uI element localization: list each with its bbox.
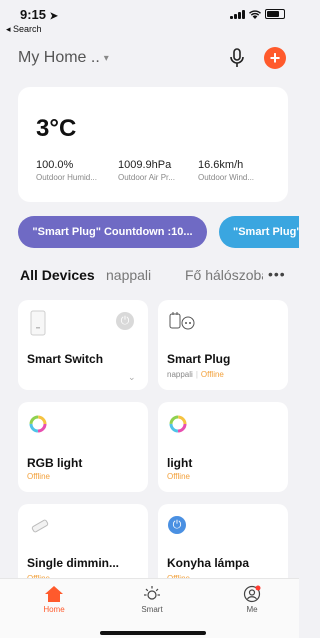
device-name: Smart Switch: [27, 352, 104, 366]
nav-home[interactable]: Home: [24, 585, 84, 614]
signal-icon: [230, 9, 245, 19]
nav-smart[interactable]: Smart: [122, 585, 182, 614]
home-icon: [45, 586, 63, 602]
scene-chip-countdown[interactable]: "Smart Plug" Countdown :10...: [18, 216, 207, 248]
sun-icon: [144, 586, 160, 600]
profile-icon: [243, 585, 261, 603]
device-name: light: [167, 456, 193, 470]
rgb-light-icon: [169, 415, 187, 433]
home-indicator: [100, 631, 206, 635]
air-pressure-label: Outdoor Air Pr...: [118, 173, 175, 182]
device-name: RGB light: [27, 456, 83, 470]
tab-all-devices[interactable]: All Devices: [20, 267, 95, 283]
power-toggle-icon[interactable]: ⏻: [116, 312, 134, 330]
power-icon[interactable]: ⏻: [168, 516, 186, 534]
clock: 9:15 ➤: [20, 7, 58, 22]
air-pressure-item: 1009.9hPa Outdoor Air Pr...: [118, 159, 175, 182]
humidity-value: 100.0%: [36, 159, 74, 171]
temperature: 3°C: [36, 115, 77, 142]
home-name: My Home ..: [18, 49, 100, 66]
switch-device-icon: [30, 310, 46, 336]
nav-me[interactable]: Me: [222, 585, 282, 614]
weather-card[interactable]: 3°C 100.0% Outdoor Humid... 1009.9hPa Ou…: [18, 87, 288, 202]
chevron-down-icon[interactable]: ⌄: [128, 372, 136, 383]
wifi-icon: [249, 9, 261, 19]
back-to-search-link[interactable]: ◂ Search: [6, 24, 42, 35]
status-offline: Offline: [200, 370, 224, 379]
more-tabs-button[interactable]: •••: [268, 266, 286, 282]
device-name: Smart Plug: [167, 352, 231, 366]
bottom-navigation: Home Smart Me: [0, 578, 299, 638]
device-card-smart-switch[interactable]: ⏻ Smart Switch ⌄: [18, 300, 148, 390]
device-name: Konyha lámpa: [167, 556, 250, 570]
humidity-item: 100.0% Outdoor Humid...: [36, 159, 97, 182]
status-offline: Offline: [167, 472, 190, 481]
nav-smart-label: Smart: [141, 605, 163, 614]
nav-home-label: Home: [43, 605, 65, 614]
location-arrow-icon: ➤: [49, 11, 59, 22]
status-offline: Offline: [27, 472, 50, 481]
wind-speed-label: Outdoor Wind...: [198, 173, 255, 182]
device-card-rgb-light[interactable]: RGB light Offline: [18, 402, 148, 492]
device-name: Single dimmin...: [27, 556, 120, 570]
device-card-light[interactable]: light Offline: [158, 402, 288, 492]
tab-nappali[interactable]: nappali: [106, 267, 151, 283]
device-room-status: nappali | Offline: [167, 370, 224, 379]
microphone-icon[interactable]: [228, 48, 246, 68]
system-icons: [230, 9, 285, 19]
rgb-light-icon: [29, 415, 47, 433]
status-bar: 9:15 ➤ ◂ Search: [0, 0, 299, 40]
dimmer-device-icon: [31, 519, 49, 533]
scene-chip-smart-plug[interactable]: "Smart Plug": [219, 216, 299, 248]
tab-fo-haloszoba[interactable]: Fő hálószoba: [185, 267, 263, 283]
room-label: nappali: [167, 370, 193, 379]
battery-icon: [265, 9, 285, 19]
clock-text: 9:15: [20, 7, 47, 22]
device-card-smart-plug[interactable]: Smart Plug nappali | Offline: [158, 300, 288, 390]
nav-me-label: Me: [246, 605, 258, 614]
air-pressure-value: 1009.9hPa: [118, 159, 172, 171]
plug-device-icon: [169, 312, 195, 330]
caret-down-icon: ▾: [103, 52, 109, 64]
wind-speed-value: 16.6km/h: [198, 159, 244, 171]
humidity-label: Outdoor Humid...: [36, 173, 97, 182]
add-device-button[interactable]: +: [264, 47, 286, 69]
home-selector[interactable]: My Home .. ▾: [18, 49, 109, 67]
wind-speed-item: 16.6km/h Outdoor Wind...: [198, 159, 254, 182]
